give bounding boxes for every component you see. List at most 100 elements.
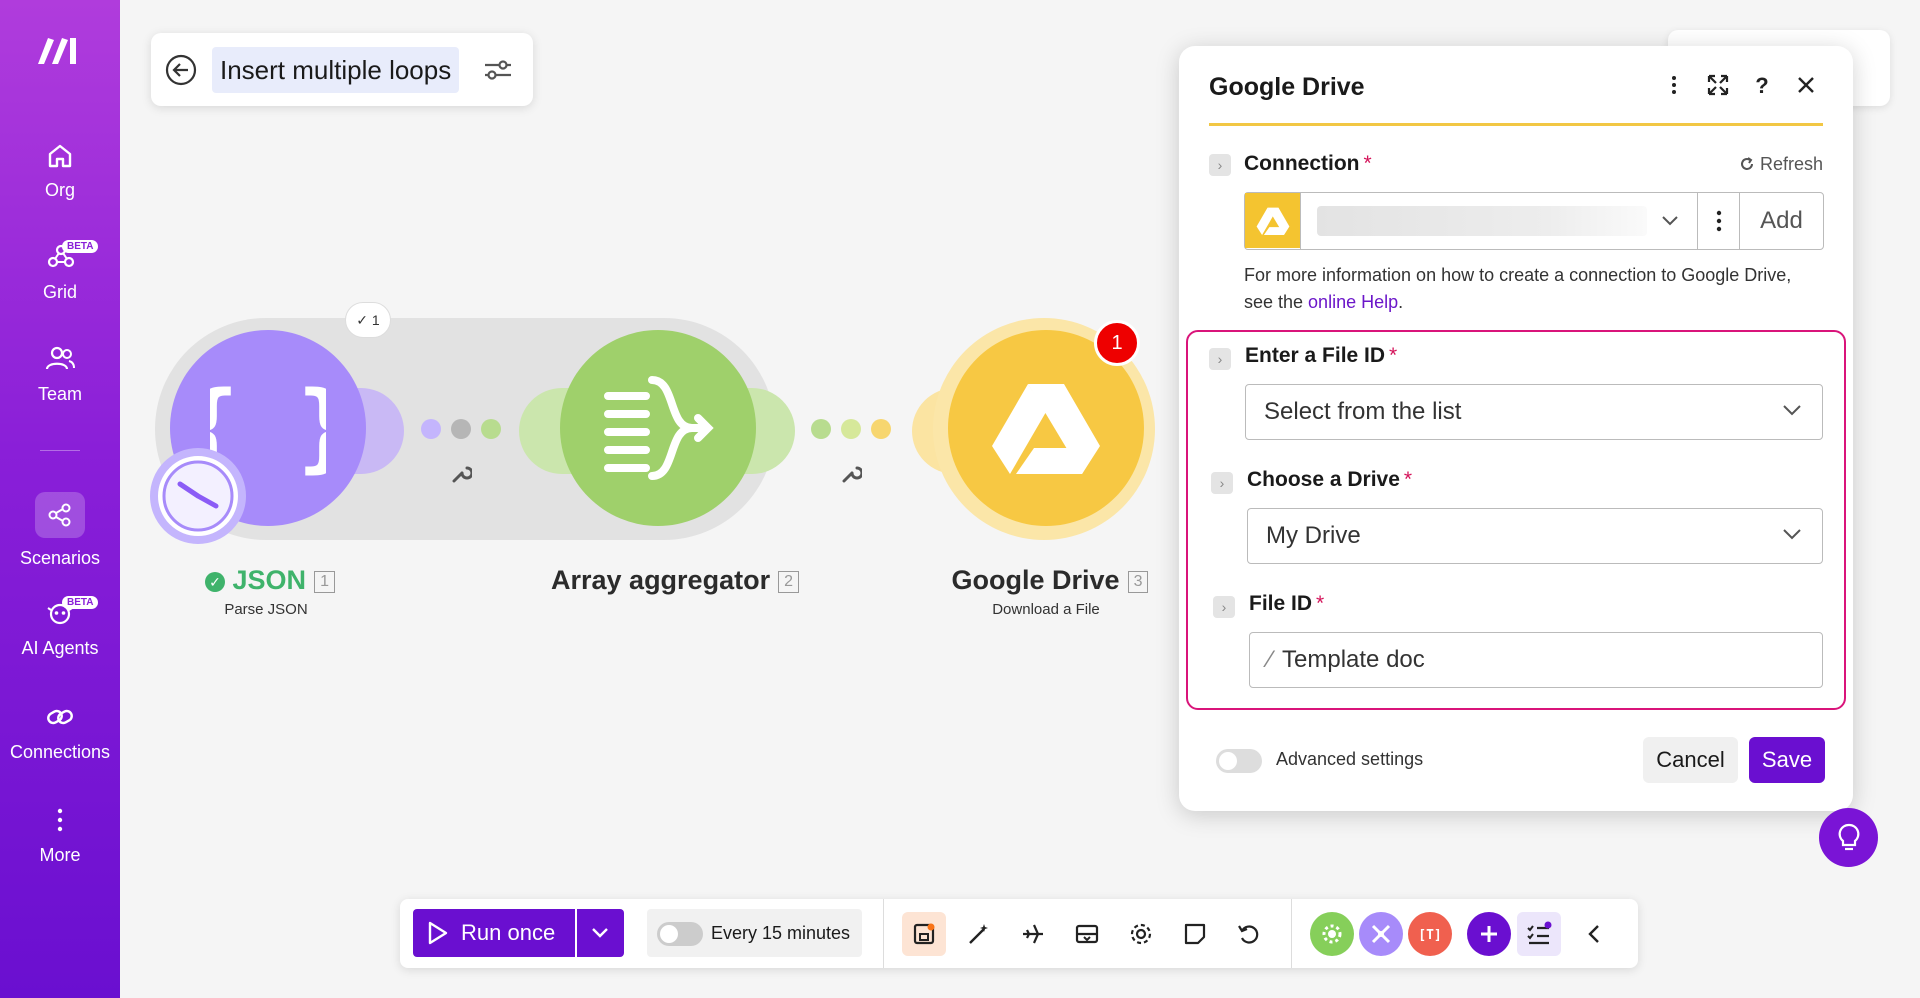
hints-button[interactable] [1819,808,1878,867]
sidebar-divider [40,450,80,451]
lightbulb-icon [1838,823,1859,850]
checklist-button[interactable] [1517,912,1561,956]
flow-control-icon [1371,924,1391,944]
sidebar: Org BETA Grid Team Scenarios BETA AI Age… [0,0,120,998]
loop-count: 1 [371,312,380,328]
beta-badge: BETA [62,240,99,253]
flow-control-button[interactable] [1359,912,1403,956]
sidebar-item-label: More [39,845,81,865]
panel-title-underline [1209,123,1823,126]
error-count-badge[interactable]: 1 [1094,320,1140,366]
sidebar-item-grid[interactable]: BETA Grid [0,240,120,303]
note-icon [1184,923,1206,945]
sidebar-item-label: AI Agents [21,638,99,658]
panel-actions: ? [1661,72,1819,98]
chevron-down-icon [592,928,608,938]
sidebar-item-team[interactable]: Team [0,342,120,405]
run-options-dropdown[interactable] [577,909,624,957]
play-icon [428,921,448,945]
schedule-control: Every 15 minutes [647,909,862,957]
file-id-input[interactable]: ∕ Template doc [1249,632,1823,688]
connection-help-text: For more information on how to create a … [1244,262,1819,316]
more-vertical-icon[interactable] [1661,72,1687,98]
sidebar-item-ai-agents[interactable]: BETA AI Agents [0,596,120,659]
connection-select[interactable] [1300,193,1697,249]
collapse-toolbar-button[interactable] [1572,912,1616,956]
google-drive-icon [1245,193,1300,248]
help-icon[interactable]: ? [1749,72,1775,98]
google-drive-icon [992,384,1100,474]
advanced-settings-toggle[interactable] [1216,749,1262,773]
path-slash-icon: ∕ [1268,646,1273,673]
wrench-icon[interactable] [450,463,472,485]
wrench-icon[interactable] [840,463,862,485]
sliders-icon[interactable] [481,55,515,85]
gear-icon [1130,923,1152,945]
refresh-label: Refresh [1759,154,1823,174]
drive-label-text: Choose a Drive [1247,468,1400,491]
back-arrow-icon[interactable] [164,53,198,87]
field-expand-toggle[interactable]: › [1209,154,1231,176]
help-text-end: . [1398,292,1404,312]
field-expand-toggle[interactable]: › [1209,348,1231,370]
close-icon[interactable] [1793,72,1819,98]
connection-more-button[interactable] [1697,193,1739,249]
scenario-toolbar: Run once Every 15 minutes [T] [400,899,1638,968]
magic-wand-icon [969,924,988,944]
schedule-label[interactable]: Every 15 minutes [711,923,850,944]
add-connection-button[interactable]: Add [1739,193,1823,249]
plus-icon [1481,926,1497,942]
text-parser-button[interactable]: [T] [1408,912,1452,956]
sidebar-item-connections[interactable]: Connections [0,700,120,763]
sidebar-item-more[interactable]: More [0,803,120,866]
module-name: Google Drive [951,565,1120,595]
sidebar-item-scenarios[interactable]: Scenarios [0,492,120,569]
sidebar-item-label: Team [37,384,82,404]
more-vertical-icon [1716,210,1721,232]
explain-flow-button[interactable] [1011,912,1055,956]
notes-button[interactable] [1173,912,1217,956]
scenarios-active-indicator [35,492,85,538]
tools-module-button[interactable] [1310,912,1354,956]
loop-badge[interactable]: ✓ 1 [345,302,391,338]
array-aggregator-module[interactable] [560,330,756,526]
clock-icon [162,460,234,532]
run-once-button[interactable]: Run once [413,909,575,957]
save-button[interactable]: Save [1749,737,1825,783]
sidebar-item-org[interactable]: Org [0,138,120,201]
save-scenario-button[interactable] [902,912,946,956]
file-id-mode-select[interactable]: Select from the list [1245,384,1823,440]
drive-select[interactable]: My Drive [1247,508,1823,564]
link-icon [47,709,73,725]
field-expand-toggle[interactable]: › [1213,596,1235,618]
connector-dot [451,419,471,439]
online-help-link[interactable]: online Help [1308,292,1398,312]
scenario-settings-button[interactable] [1119,912,1163,956]
toolbar-divider [1291,899,1292,968]
team-icon [45,346,75,370]
field-expand-toggle[interactable]: › [1211,472,1233,494]
select-value: Select from the list [1264,398,1462,425]
schedule-clock-icon[interactable] [150,448,246,544]
add-module-button[interactable] [1467,912,1511,956]
module-number: 3 [1127,570,1149,593]
schedule-toggle[interactable] [657,922,703,946]
auto-align-button[interactable] [957,912,1001,956]
cancel-button[interactable]: Cancel [1643,737,1738,783]
check-circle-icon: ✓ [205,571,226,592]
expand-icon[interactable] [1705,72,1731,98]
run-once-label: Run once [461,920,556,945]
history-button[interactable] [1227,912,1271,956]
aggregator-module-label: Array aggregator 2 [545,565,805,596]
connector-dot [871,419,891,439]
make-logo[interactable] [36,34,86,66]
refresh-button[interactable]: Refresh [1739,154,1823,175]
module-number: 2 [778,570,799,593]
scenarios-icon [48,503,71,527]
sidebar-item-label: Connections [9,742,111,762]
file-id-mode-label: Enter a File ID * [1245,344,1398,367]
svg-text:?: ? [1755,73,1768,98]
scenario-title[interactable]: Insert multiple loops [212,47,460,93]
module-name: Array aggregator [551,565,771,595]
scenario-io-button[interactable] [1065,912,1109,956]
